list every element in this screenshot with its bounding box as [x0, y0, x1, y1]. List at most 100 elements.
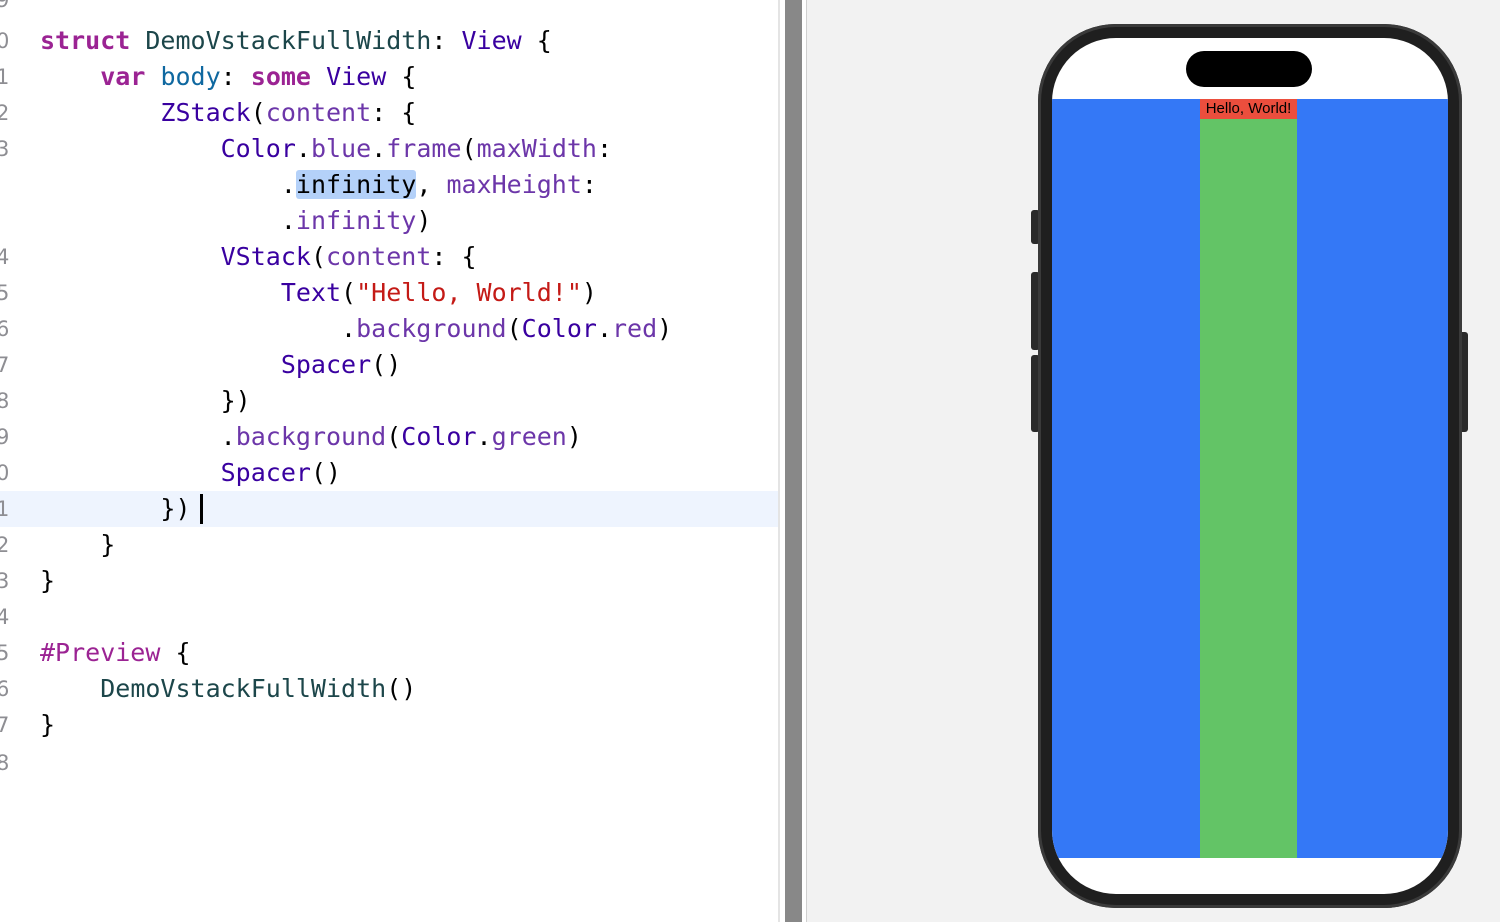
- code-line[interactable]: 2 ZStack(content: {: [0, 95, 778, 131]
- code-text: }: [40, 707, 55, 743]
- code-line[interactable]: 3 Color.blue.frame(maxWidth:: [0, 131, 778, 167]
- token-user-type: DemoVstackFullWidth: [100, 674, 387, 703]
- token-type: ZStack: [160, 98, 251, 127]
- preview-canvas[interactable]: Hello, World!: [807, 0, 1500, 922]
- token-user-type: DemoVstackFullWidth: [145, 26, 432, 55]
- token-plain: }): [160, 494, 191, 523]
- code-text: struct DemoVstackFullWidth: View {: [40, 23, 552, 59]
- token-plain: .: [596, 314, 612, 343]
- token-plain: .: [476, 422, 492, 451]
- token-plain: ): [566, 422, 582, 451]
- token-plain: {: [175, 638, 191, 667]
- selected-text[interactable]: infinity: [295, 170, 417, 199]
- phone-screen: Hello, World!: [1052, 38, 1448, 894]
- current-code-line[interactable]: 1 }): [0, 491, 778, 527]
- line-number: 5: [0, 281, 10, 305]
- code-line[interactable]: 8 }): [0, 383, 778, 419]
- code-line[interactable]: 6 DemoVstackFullWidth(): [0, 671, 778, 707]
- token-plain: .: [295, 134, 311, 163]
- code-text: VStack(content: {: [40, 239, 477, 275]
- code-text: .infinity): [40, 203, 432, 239]
- code-line[interactable]: 0 struct DemoVstackFullWidth: View {: [0, 23, 778, 59]
- token-plain: {: [401, 62, 417, 91]
- code-line[interactable]: 6 .background(Color.red): [0, 311, 778, 347]
- token-keyword: struct: [40, 26, 131, 55]
- token-plain: }: [40, 710, 56, 739]
- line-number: 9: [0, 0, 10, 12]
- token-property: background: [356, 314, 507, 343]
- code-line[interactable]: .infinity, maxHeight:: [0, 167, 778, 203]
- code-line[interactable]: 4 VStack(content: {: [0, 239, 778, 275]
- line-number: 6: [0, 317, 10, 341]
- hello-world-label: Hello, World!: [1200, 99, 1297, 119]
- line-number: 2: [0, 533, 10, 557]
- line-number: 7: [0, 713, 10, 737]
- code-text: .background(Color.green): [40, 419, 582, 455]
- line-number: 0: [0, 461, 10, 485]
- line-number: 3: [0, 569, 10, 593]
- token-plain: ,: [416, 170, 432, 199]
- line-number: 0: [0, 29, 10, 53]
- green-vstack-column: [1200, 99, 1297, 858]
- line-number: 4: [0, 605, 10, 629]
- code-text: }): [40, 491, 191, 527]
- code-text: .infinity, maxHeight:: [40, 167, 597, 203]
- code-text: .background(Color.red): [40, 311, 672, 347]
- code-line[interactable]: 9: [0, 0, 778, 18]
- token-plain: (: [341, 278, 357, 307]
- code-line[interactable]: 0 Spacer(): [0, 455, 778, 491]
- code-line[interactable]: 1 var body: some View {: [0, 59, 778, 95]
- token-plain: {: [536, 26, 552, 55]
- phone-frame-icon: Hello, World!: [1038, 24, 1462, 908]
- code-line[interactable]: 3 }: [0, 563, 778, 599]
- token-plain: }: [40, 566, 56, 595]
- token-property: blue: [310, 134, 372, 163]
- token-identifier: body: [160, 62, 221, 91]
- token-plain: :: [596, 134, 613, 163]
- token-type: View: [461, 26, 522, 55]
- line-number: 8: [0, 751, 10, 775]
- code-line[interactable]: 4: [0, 599, 778, 635]
- token-type: VStack: [220, 242, 311, 271]
- token-plain: ): [657, 314, 673, 343]
- code-line[interactable]: 7 }: [0, 707, 778, 743]
- token-plain: (): [371, 350, 402, 379]
- token-type: Spacer: [280, 350, 372, 379]
- code-line[interactable]: 8: [0, 745, 778, 781]
- code-text: Color.blue.frame(maxWidth:: [40, 131, 612, 167]
- editor-edge: [778, 0, 780, 922]
- split-divider[interactable]: [785, 0, 802, 922]
- token-property: content: [326, 242, 432, 271]
- code-text: Text("Hello, World!"): [40, 275, 597, 311]
- text-caret: [200, 494, 203, 524]
- code-text: var body: some View {: [40, 59, 416, 95]
- line-number: 5: [0, 641, 10, 665]
- code-editor[interactable]: 9 0 struct DemoVstackFullWidth: View { 1…: [0, 0, 778, 922]
- token-property: red: [612, 314, 658, 343]
- line-number: 2: [0, 101, 10, 125]
- code-line[interactable]: 9 .background(Color.green): [0, 419, 778, 455]
- token-type: Color: [521, 314, 597, 343]
- token-plain: : {: [431, 242, 477, 271]
- token-type: Color: [220, 134, 296, 163]
- token-plain: .: [371, 134, 387, 163]
- code-text: Spacer(): [40, 347, 401, 383]
- code-text: }: [40, 563, 55, 599]
- code-line[interactable]: .infinity): [0, 203, 778, 239]
- code-text: }: [40, 527, 115, 563]
- token-type: Color: [401, 422, 477, 451]
- line-number: 4: [0, 245, 10, 269]
- token-plain: }): [220, 386, 251, 415]
- token-plain: (): [310, 458, 342, 487]
- token-type: View: [326, 62, 387, 91]
- code-line[interactable]: 5 Text("Hello, World!"): [0, 275, 778, 311]
- token-property: maxWidth: [476, 134, 597, 163]
- token-plain: (): [386, 674, 417, 703]
- token-plain: :: [220, 62, 236, 91]
- code-line[interactable]: 5 #Preview {: [0, 635, 778, 671]
- line-number: 1: [0, 497, 10, 521]
- code-text: #Preview {: [40, 635, 191, 671]
- code-line[interactable]: 7 Spacer(): [0, 347, 778, 383]
- code-line[interactable]: 2 }: [0, 527, 778, 563]
- code-text: Spacer(): [40, 455, 341, 491]
